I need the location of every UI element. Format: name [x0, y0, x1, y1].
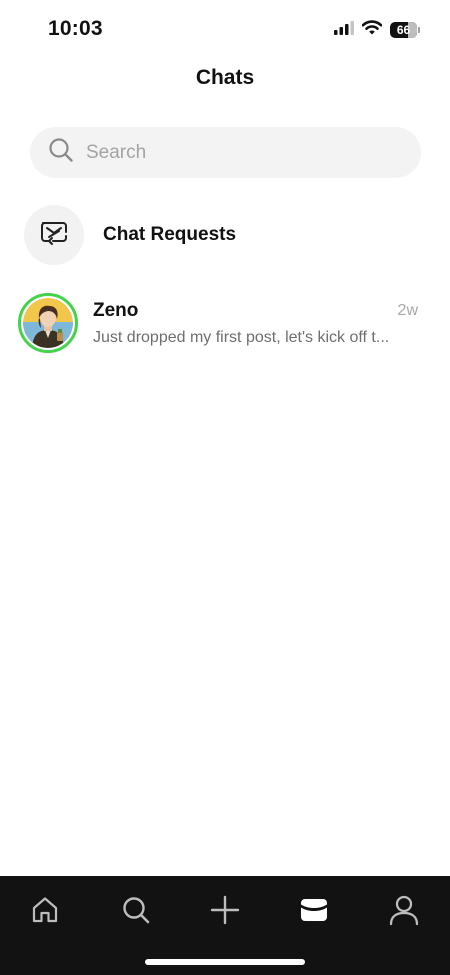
search-icon — [121, 895, 151, 930]
chat-timestamp: 2w — [397, 302, 418, 319]
battery-level: 66 — [396, 23, 411, 37]
plus-icon — [210, 895, 240, 930]
page-title: Chats — [195, 66, 255, 89]
tab-create[interactable] — [203, 890, 247, 934]
chats-screen: 10:03 66 Chats Search Chat Requests Zeno… — [0, 0, 450, 975]
cellular-signal-icon — [334, 20, 354, 40]
home-icon — [30, 895, 60, 930]
status-icons: 66 — [334, 20, 420, 40]
profile-icon — [388, 894, 420, 931]
tab-inbox[interactable] — [292, 890, 336, 934]
tab-profile[interactable] — [382, 890, 426, 934]
inbox-icon — [298, 895, 330, 930]
chat-list-item[interactable]: Zeno 2w Just dropped my first post, let'… — [18, 292, 418, 354]
chat-name: Zeno — [93, 300, 139, 321]
chat-request-icon — [39, 220, 69, 251]
tab-home[interactable] — [23, 890, 67, 934]
chat-preview: Just dropped my first post, let's kick o… — [93, 329, 390, 346]
avatar[interactable] — [18, 293, 78, 353]
tab-search[interactable] — [114, 890, 158, 934]
search-input[interactable] — [84, 140, 388, 165]
chat-requests-item[interactable]: Chat Requests — [24, 204, 426, 266]
home-indicator — [145, 959, 305, 965]
battery-icon: 66 — [390, 22, 420, 39]
avatar-image — [23, 298, 73, 348]
search-bar[interactable] — [30, 127, 421, 178]
chat-text: Zeno 2w Just dropped my first post, let'… — [93, 292, 418, 354]
status-bar: 10:03 66 — [0, 0, 450, 58]
bottom-tab-bar — [0, 876, 450, 975]
wifi-icon — [361, 20, 383, 40]
status-time: 10:03 — [48, 17, 103, 40]
chat-requests-label: Chat Requests — [103, 224, 237, 245]
search-icon — [48, 137, 74, 168]
chat-request-icon-wrap — [24, 205, 84, 265]
